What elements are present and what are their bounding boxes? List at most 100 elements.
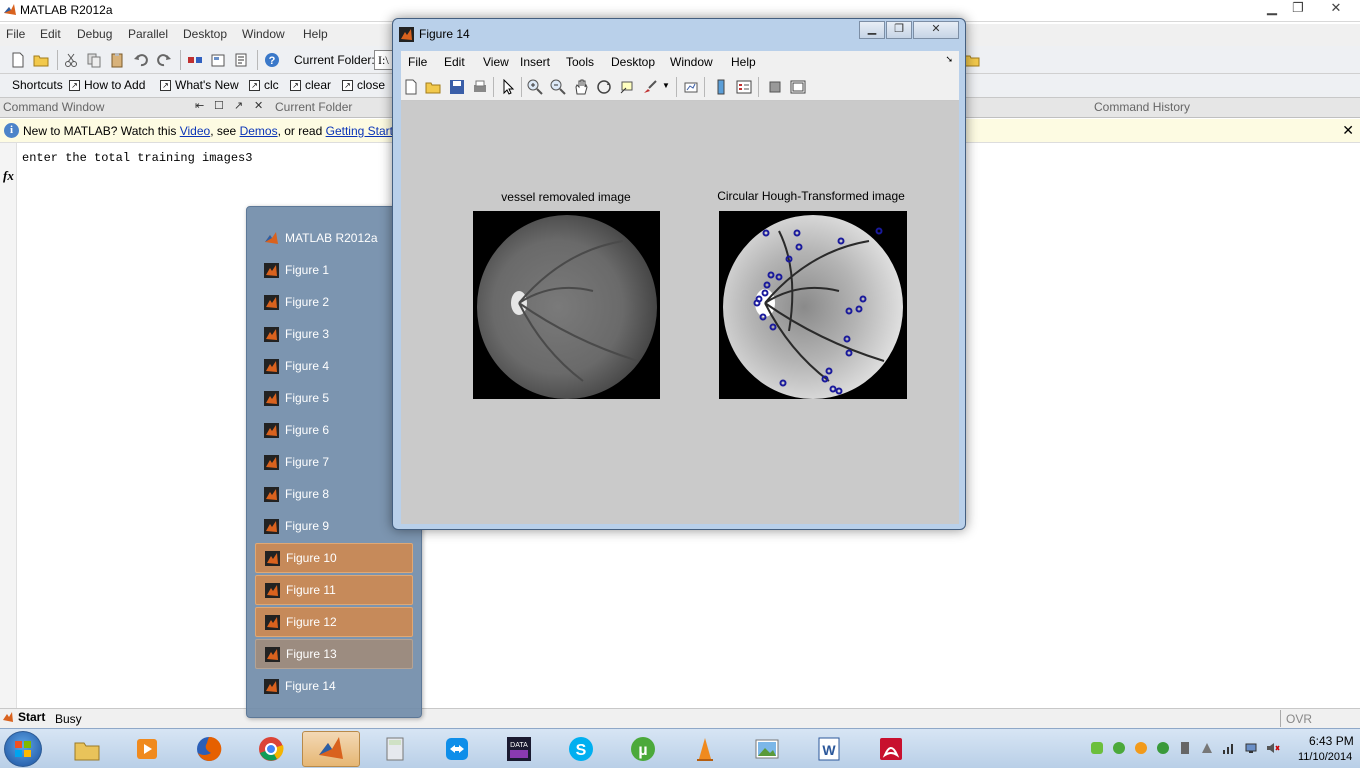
taskbar-media-player[interactable] bbox=[118, 731, 176, 767]
open-folder-icon[interactable] bbox=[33, 52, 49, 68]
taskbar-calculator[interactable] bbox=[366, 731, 424, 767]
jumplist-figure-12[interactable]: Figure 12 bbox=[255, 607, 413, 637]
panel-popout-icon[interactable]: ↗ bbox=[234, 99, 243, 112]
figure-close-button[interactable]: ✕ bbox=[913, 21, 959, 39]
taskbar-explorer[interactable] bbox=[58, 731, 116, 767]
taskbar-word[interactable]: W bbox=[800, 731, 858, 767]
tray-security-icon[interactable] bbox=[1156, 741, 1170, 755]
save-icon[interactable] bbox=[449, 79, 465, 95]
panel-maximize-icon[interactable]: ☐ bbox=[214, 99, 224, 112]
jumplist-figure-11[interactable]: Figure 11 bbox=[255, 575, 413, 605]
panel-undock-icon[interactable]: ⇤ bbox=[195, 99, 204, 112]
data-cursor-icon[interactable] bbox=[619, 79, 635, 95]
zoom-out-icon[interactable] bbox=[550, 79, 566, 95]
menu-window[interactable]: Window bbox=[242, 27, 285, 41]
clock-time[interactable]: 6:43 PM bbox=[1309, 734, 1354, 748]
tray-device-icon[interactable] bbox=[1178, 741, 1192, 755]
jumplist-figure-5[interactable]: Figure 5 bbox=[255, 383, 413, 413]
simulink-icon[interactable] bbox=[187, 52, 203, 68]
jumplist-figure-10[interactable]: Figure 10 bbox=[255, 543, 413, 573]
brush-icon[interactable] bbox=[642, 79, 658, 95]
shortcut-close[interactable]: ↗ close bbox=[342, 78, 385, 92]
cut-icon[interactable] bbox=[63, 52, 79, 68]
command-window-tab[interactable]: Command Window bbox=[3, 100, 104, 114]
redo-icon[interactable] bbox=[156, 52, 172, 68]
help-icon[interactable]: ? bbox=[264, 52, 280, 68]
jumplist-figure-4[interactable]: Figure 4 bbox=[255, 351, 413, 381]
command-history-tab[interactable]: Command History bbox=[1094, 100, 1190, 114]
jumplist-figure-8[interactable]: Figure 8 bbox=[255, 479, 413, 509]
close-button[interactable]: ✕ bbox=[1318, 0, 1354, 18]
tray-volume-muted-icon[interactable] bbox=[1266, 741, 1280, 755]
figure-menu-insert[interactable]: Insert bbox=[520, 55, 550, 69]
taskbar-utorrent[interactable]: µ bbox=[614, 731, 672, 767]
hide-plot-tools-icon[interactable] bbox=[767, 79, 783, 95]
menu-desktop[interactable]: Desktop bbox=[183, 27, 227, 41]
figure-menu-file[interactable]: File bbox=[408, 55, 427, 69]
jumplist-figure-7[interactable]: Figure 7 bbox=[255, 447, 413, 477]
menu-parallel[interactable]: Parallel bbox=[128, 27, 168, 41]
figure-menu-window[interactable]: Window bbox=[670, 55, 713, 69]
taskbar-matlab[interactable] bbox=[302, 731, 360, 767]
taskbar-vlc[interactable] bbox=[676, 731, 734, 767]
jumplist-figure-1[interactable]: Figure 1 bbox=[255, 255, 413, 285]
clock-date[interactable]: 11/10/2014 bbox=[1298, 751, 1352, 763]
shortcut-how-to-add[interactable]: ↗ How to Add bbox=[69, 78, 145, 92]
figure-menu-edit[interactable]: Edit bbox=[444, 55, 465, 69]
figure-menu-desktop[interactable]: Desktop bbox=[611, 55, 655, 69]
maximize-button[interactable]: ❐ bbox=[1280, 0, 1316, 18]
panel-close-icon[interactable]: ✕ bbox=[254, 99, 263, 112]
new-figure-icon[interactable] bbox=[403, 79, 419, 95]
menu-help[interactable]: Help bbox=[303, 27, 328, 41]
jumplist-matlab-main[interactable]: MATLAB R2012a bbox=[255, 223, 413, 253]
figure-canvas[interactable]: vessel removaled image Circular Hough-Tr… bbox=[401, 101, 959, 524]
taskbar-firefox[interactable] bbox=[180, 731, 238, 767]
tray-network-app-icon[interactable] bbox=[1090, 741, 1104, 755]
colorbar-icon[interactable] bbox=[713, 79, 729, 95]
taskbar-acrobat[interactable] bbox=[862, 731, 920, 767]
figure-menu-view[interactable]: View bbox=[483, 55, 509, 69]
info-close-icon[interactable]: ✕ bbox=[1342, 122, 1354, 139]
shortcut-clear[interactable]: ↗ clear bbox=[290, 78, 331, 92]
current-folder-tab[interactable]: Current Folder bbox=[275, 100, 352, 114]
dock-figure-icon[interactable]: ➘ bbox=[945, 54, 953, 65]
jumplist-figure-6[interactable]: Figure 6 bbox=[255, 415, 413, 445]
paste-icon[interactable] bbox=[109, 52, 125, 68]
jumplist-figure-3[interactable]: Figure 3 bbox=[255, 319, 413, 349]
jumplist-figure-14[interactable]: Figure 14 bbox=[255, 671, 413, 701]
jumplist-figure-9[interactable]: Figure 9 bbox=[255, 511, 413, 541]
copy-icon[interactable] bbox=[86, 52, 102, 68]
taskbar-picture-viewer[interactable] bbox=[738, 731, 796, 767]
function-browser-icon[interactable]: fx bbox=[3, 168, 14, 184]
jumplist-figure-13[interactable]: Figure 13 bbox=[255, 639, 413, 669]
open-file-icon[interactable] bbox=[425, 79, 441, 95]
jumplist-figure-2[interactable]: Figure 2 bbox=[255, 287, 413, 317]
new-file-icon[interactable] bbox=[10, 52, 26, 68]
figure-minimize-button[interactable]: ▁ bbox=[859, 21, 885, 39]
legend-icon[interactable] bbox=[736, 79, 752, 95]
show-plot-tools-icon[interactable] bbox=[790, 79, 806, 95]
tray-avast-icon[interactable] bbox=[1134, 741, 1148, 755]
figure-menu-tools[interactable]: Tools bbox=[566, 55, 594, 69]
pan-hand-icon[interactable] bbox=[573, 79, 589, 95]
zoom-in-icon[interactable] bbox=[527, 79, 543, 95]
browse-folder-icon[interactable] bbox=[964, 52, 980, 68]
taskbar-chrome[interactable] bbox=[242, 731, 300, 767]
taskbar-teamviewer[interactable] bbox=[428, 731, 486, 767]
tray-network-icon[interactable] bbox=[1244, 741, 1258, 755]
shortcut-clc[interactable]: ↗ clc bbox=[249, 78, 279, 92]
print-icon[interactable] bbox=[472, 79, 488, 95]
guide-icon[interactable] bbox=[210, 52, 226, 68]
tray-utorrent-icon[interactable] bbox=[1112, 741, 1126, 755]
figure-maximize-button[interactable]: ❐ bbox=[886, 21, 912, 39]
taskbar-data-app[interactable]: DATA bbox=[490, 731, 548, 767]
rotate-3d-icon[interactable] bbox=[596, 79, 612, 95]
menu-file[interactable]: File bbox=[6, 27, 25, 41]
taskbar-skype[interactable]: S bbox=[552, 731, 610, 767]
pointer-icon[interactable] bbox=[500, 79, 516, 95]
tray-action-center-icon[interactable] bbox=[1200, 741, 1214, 755]
video-link[interactable]: Video bbox=[180, 124, 210, 138]
windows-start-orb[interactable] bbox=[4, 731, 42, 767]
getting-started-link[interactable]: Getting Starte bbox=[326, 124, 400, 138]
menu-debug[interactable]: Debug bbox=[77, 27, 112, 41]
